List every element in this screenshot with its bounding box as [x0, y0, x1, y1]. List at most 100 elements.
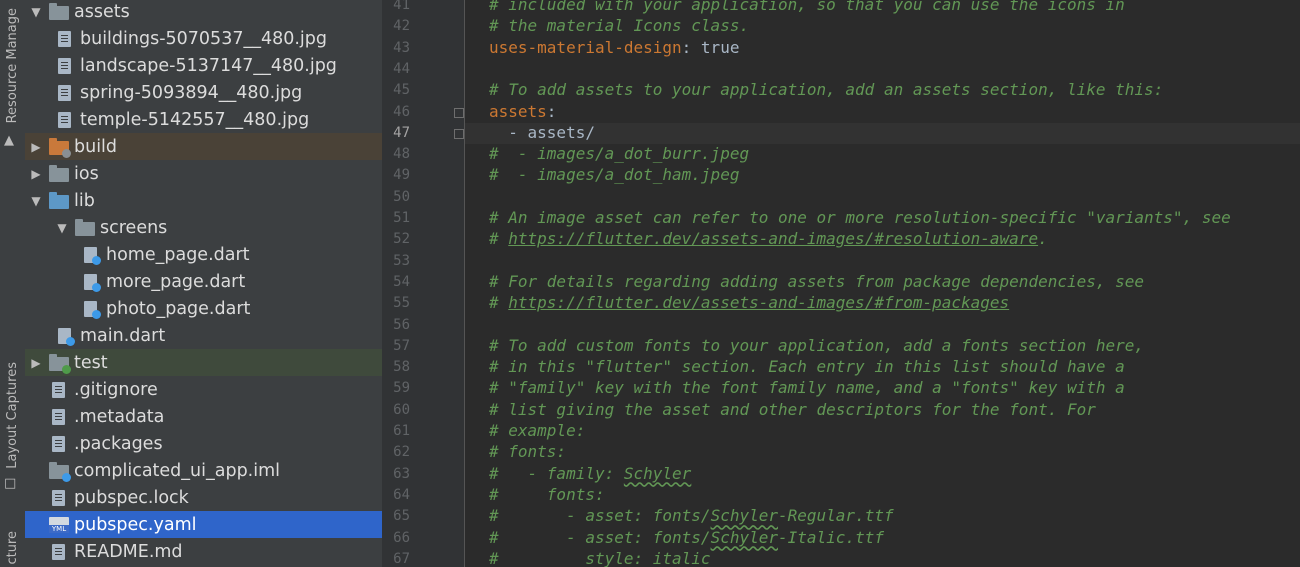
- resource-manager-label: Resource Manage: [5, 8, 20, 124]
- tree-item[interactable]: ▼ assets: [25, 0, 382, 25]
- code-line[interactable]: # list giving the asset and other descri…: [489, 400, 1096, 419]
- code-line[interactable]: # "family" key with the font family name…: [489, 378, 1125, 397]
- folder-icon: [49, 164, 69, 183]
- chevron-down-icon[interactable]: ▼: [29, 194, 43, 208]
- tree-item[interactable]: .gitignore: [25, 376, 382, 403]
- code-line[interactable]: # style: italic: [489, 549, 711, 567]
- tree-item[interactable]: buildings-5070537__480.jpg: [25, 25, 382, 52]
- code-line[interactable]: # the material Icons class.: [489, 16, 749, 35]
- line-number: 58: [393, 359, 410, 376]
- code-token: # example:: [489, 421, 586, 440]
- code-line[interactable]: # - family: Schyler: [489, 464, 691, 483]
- code-token: assets: [489, 101, 547, 121]
- layout-captures-icon[interactable]: □: [4, 476, 16, 491]
- image-file-icon: [55, 84, 75, 102]
- tree-item-label: landscape-5137147__480.jpg: [80, 55, 337, 76]
- code-token: Schyler: [710, 527, 778, 547]
- tree-item-label: .packages: [74, 433, 163, 454]
- line-number: 48: [393, 146, 410, 163]
- tree-item[interactable]: README.md: [25, 538, 382, 565]
- tree-item[interactable]: temple-5142557__480.jpg: [25, 106, 382, 133]
- code-token: - assets/: [489, 122, 595, 142]
- tree-item[interactable]: home_page.dart: [25, 241, 382, 268]
- code-token: : true: [681, 37, 740, 57]
- code-line[interactable]: # example:: [489, 421, 585, 440]
- code-line[interactable]: assets:: [489, 102, 556, 121]
- code-line[interactable]: # For details regarding adding assets fr…: [489, 272, 1144, 291]
- structure-label: cture: [5, 530, 20, 565]
- tree-item[interactable]: ▶ ios: [25, 160, 382, 187]
- folder-icon: [49, 191, 69, 210]
- resource-manager-icon[interactable]: ▲: [4, 133, 14, 148]
- line-number: 56: [393, 316, 410, 333]
- tree-item[interactable]: ▶ test: [25, 349, 382, 376]
- code-token: :: [546, 101, 557, 121]
- code-line[interactable]: # fonts:: [489, 442, 566, 461]
- code-token: # - images/a_dot_ham.jpeg: [489, 165, 740, 185]
- fold-marker-icon[interactable]: [454, 107, 464, 118]
- code-line[interactable]: # - asset: fonts/Schyler-Regular.ttf: [489, 506, 894, 525]
- tree-item[interactable]: spring-5093894__480.jpg: [25, 79, 382, 106]
- chevron-right-icon[interactable]: ▶: [29, 140, 43, 154]
- code-token: # To add assets to your application, add…: [489, 80, 1164, 100]
- structure-tab[interactable]: cture: [0, 528, 25, 567]
- code-token: #: [489, 229, 509, 249]
- layout-captures-tab[interactable]: Layout Captures: [0, 350, 25, 480]
- tree-item[interactable]: landscape-5137147__480.jpg: [25, 52, 382, 79]
- editor-gutter: 41 42 43 44 45 46 47 48 49 50 51 52 53 54 55 56 57 58 59 60…: [382, 0, 465, 567]
- tree-item-label: build: [74, 136, 118, 157]
- chevron-right-icon[interactable]: ▶: [29, 167, 43, 181]
- code-token: https://flutter.dev/assets-and-images/#f…: [508, 293, 1010, 313]
- tree-item[interactable]: ▼ screens: [25, 214, 382, 241]
- tree-item[interactable]: photo_page.dart: [25, 295, 382, 322]
- tree-item[interactable]: ▼ lib: [25, 187, 382, 214]
- line-number: 41: [393, 0, 410, 13]
- line-number: 50: [393, 188, 410, 205]
- code-line[interactable]: # https://flutter.dev/assets-and-images/…: [489, 229, 1048, 248]
- line-number: 52: [393, 231, 410, 248]
- code-line[interactable]: # - images/a_dot_burr.jpeg: [489, 144, 749, 163]
- code-token: # An image asset can refer to one or mor…: [489, 208, 1231, 227]
- tree-item[interactable]: .packages: [25, 430, 382, 457]
- code-token: Schyler: [710, 506, 778, 526]
- code-line[interactable]: # - images/a_dot_ham.jpeg: [489, 165, 739, 184]
- chevron-down-icon[interactable]: ▼: [55, 221, 69, 235]
- module-file-icon: [49, 461, 71, 482]
- tree-item-label: main.dart: [80, 325, 166, 346]
- line-number: 42: [393, 18, 410, 35]
- tree-item-label: photo_page.dart: [106, 298, 251, 319]
- code-line[interactable]: # fonts:: [489, 485, 605, 504]
- code-token: # "family" key with the font family name…: [489, 378, 1125, 398]
- code-line[interactable]: - assets/: [489, 123, 595, 142]
- line-number: 45: [393, 82, 410, 99]
- code-line[interactable]: # - asset: fonts/Schyler-Italic.ttf: [489, 528, 884, 547]
- tree-item[interactable]: .metadata: [25, 403, 382, 430]
- folder-icon: [49, 2, 69, 21]
- chevron-right-icon[interactable]: ▶: [29, 356, 43, 370]
- code-line[interactable]: # in this "flutter" section. Each entry …: [489, 357, 1125, 376]
- tree-item-label: spring-5093894__480.jpg: [80, 82, 303, 103]
- dart-file-icon: [81, 246, 101, 265]
- code-line[interactable]: # https://flutter.dev/assets-and-images/…: [489, 293, 1009, 312]
- tree-item-label: pubspec.yaml: [74, 514, 197, 535]
- code-line[interactable]: # included with your application, so tha…: [489, 0, 1125, 14]
- code-line[interactable]: # An image asset can refer to one or mor…: [489, 208, 1231, 227]
- code-editor[interactable]: # included with your application, so tha…: [465, 0, 1300, 567]
- line-number: 44: [393, 60, 410, 77]
- line-number: 63: [393, 465, 410, 482]
- tree-item[interactable]: main.dart: [25, 322, 382, 349]
- code-token: # To add custom fonts to your applicatio…: [489, 335, 1145, 355]
- fold-marker-icon[interactable]: [454, 128, 464, 139]
- tree-item[interactable]: pubspec.yaml: [25, 511, 382, 538]
- tree-item[interactable]: complicated_ui_app.iml: [25, 457, 382, 484]
- line-number: 43: [393, 39, 410, 56]
- code-line[interactable]: # To add assets to your application, add…: [489, 80, 1163, 99]
- code-line[interactable]: uses-material-design: true: [489, 38, 739, 57]
- resource-manager-tab[interactable]: Resource Manage: [0, 2, 25, 130]
- code-line[interactable]: # To add custom fonts to your applicatio…: [489, 336, 1144, 355]
- chevron-down-icon[interactable]: ▼: [29, 5, 43, 19]
- tree-item[interactable]: pubspec.lock: [25, 484, 382, 511]
- code-token: # - asset: fonts/: [489, 527, 711, 547]
- tree-item[interactable]: more_page.dart: [25, 268, 382, 295]
- tree-item[interactable]: ▶ build: [25, 133, 382, 160]
